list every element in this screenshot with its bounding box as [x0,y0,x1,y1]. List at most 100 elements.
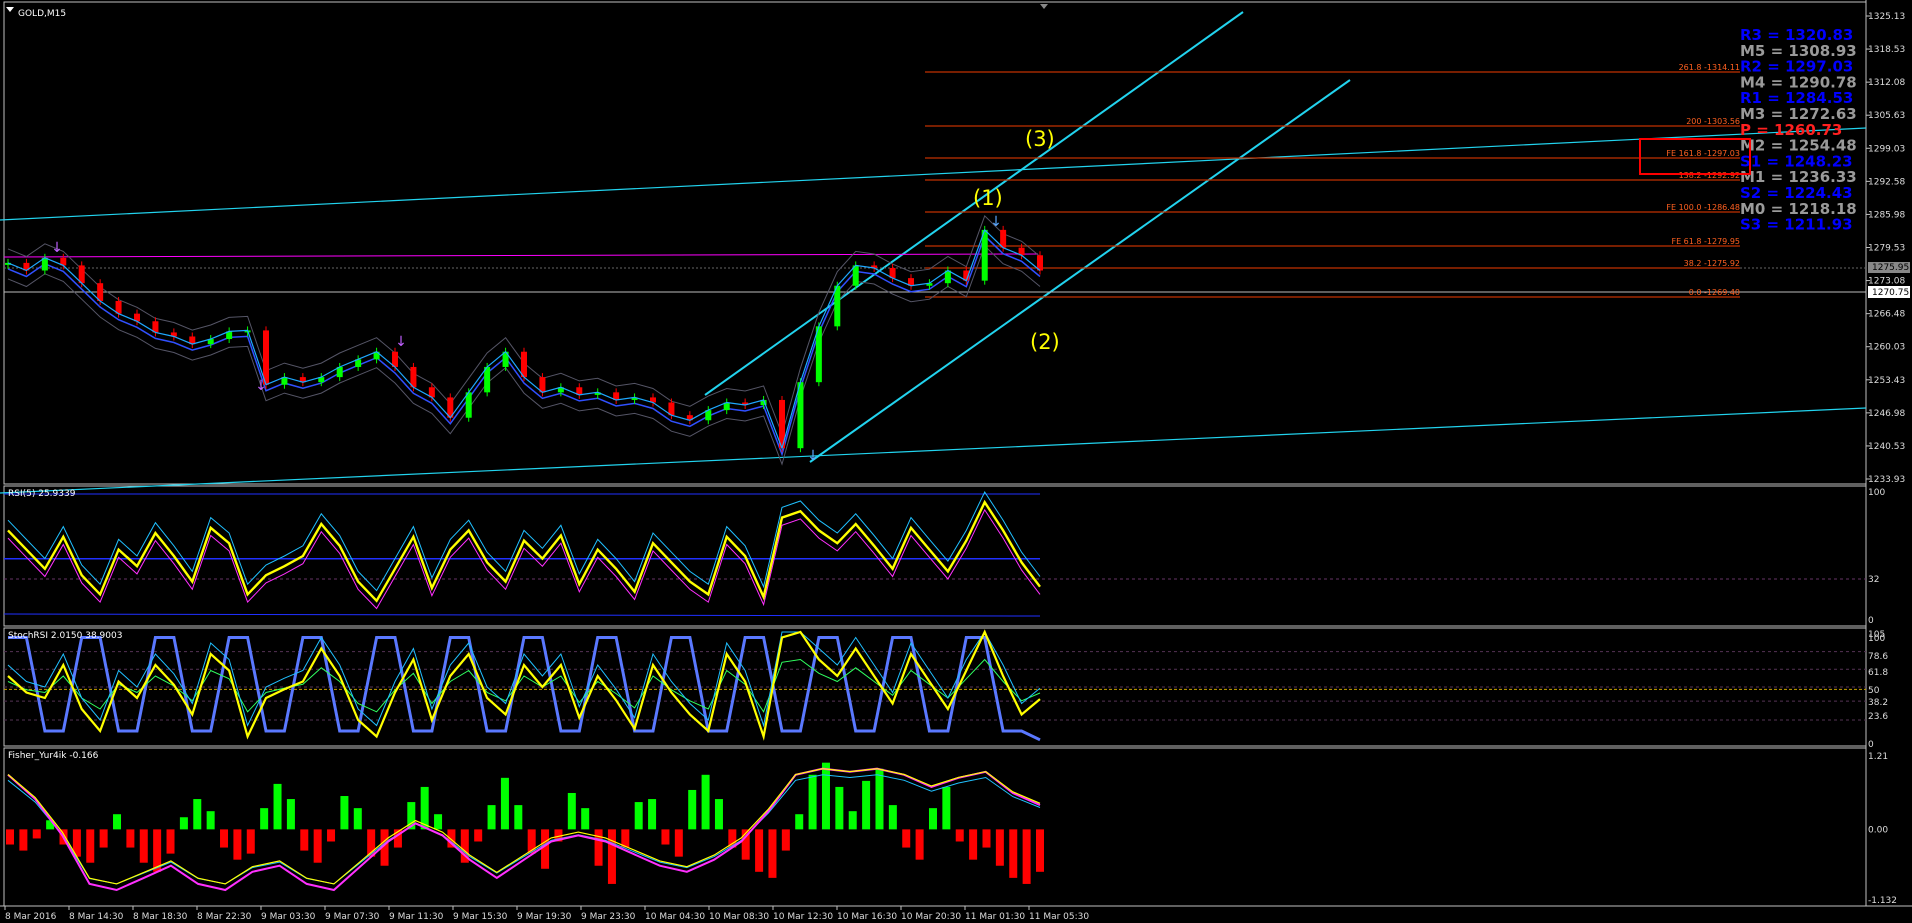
fisher-histogram-bar [995,829,1004,866]
fisher-histogram-bar [260,808,269,830]
fisher-histogram-bar [6,829,14,845]
fisher-histogram-bar [113,814,122,830]
stoch-tick-label: 23.6 [1868,712,1888,722]
fisher-histogram-bar [32,829,41,839]
fib-level-label: FE 100.0 -1286.48 [1666,203,1740,212]
fisher-histogram-bar [487,805,496,830]
price-tick-label: 1240.53 [1868,442,1905,452]
fisher-histogram-bar [474,829,483,842]
fisher-histogram-bar [246,829,255,854]
time-tick-label: 9 Mar 07:30 [325,912,380,922]
fisher-histogram-bar [514,805,523,830]
stoch-tick-label: 0 [1868,740,1874,750]
wave-label: (2) [1030,330,1060,354]
fisher-histogram-bar [313,829,322,863]
candle-body [797,382,804,449]
fisher-histogram-bar [661,829,670,845]
fisher-tick-label: -1.132 [1868,896,1897,906]
fib-level-label: 138.2 -1292.92 [1679,171,1740,180]
fisher-histogram-bar [353,808,362,830]
fib-level-label: FE 161.8 -1297.03 [1666,149,1740,158]
price-tick-label: 1253.43 [1868,376,1905,386]
stoch-tick-label: 50 [1868,686,1880,696]
fisher-histogram-bar [193,799,202,830]
fisher-histogram-bar [179,817,188,830]
fisher-histogram-bar [634,802,643,830]
fisher-histogram-bar [862,780,871,830]
fisher-histogram-bar [955,829,964,842]
price-tick-label: 1305.63 [1868,111,1905,121]
fisher-histogram-bar [701,774,710,830]
stoch-tick-label: 78.6 [1868,652,1888,662]
fisher-histogram-bar [928,808,937,830]
price-tick-label: 1266.48 [1868,310,1905,320]
current-price-label: 1270.75 [1872,288,1909,298]
fib-level-label: 261.8 -1314.11 [1679,63,1740,72]
time-tick-label: 10 Mar 08:30 [709,912,769,922]
price-tick-label: 1299.03 [1868,144,1905,154]
fisher-tick-label: 0.00 [1868,825,1888,835]
fractal-arrow-icon: ↓ [807,448,819,464]
fisher-histogram-bar [835,786,844,830]
chart-canvas[interactable]: 261.8 -1314.11 200 -1303.56 FE 161.8 -1297… [0,0,1912,923]
price-tick-label: 1260.03 [1868,343,1905,353]
candle-body [815,326,822,383]
fisher-histogram-bar [755,829,764,872]
fisher-histogram-bar [19,829,28,851]
fractal-arrow-icon: ↓ [395,334,407,350]
price-tick-label: 1312.08 [1868,78,1905,88]
time-tick-label: 10 Mar 20:30 [901,912,961,922]
stoch-tick-label: 38.2 [1868,698,1888,708]
time-tick-label: 8 Mar 2016 [5,912,57,922]
fisher-histogram-bar [567,792,576,830]
rsi-title: RSI(5) 25.9339 [8,489,76,499]
fisher-histogram-bar [768,829,777,878]
fisher-histogram-bar [273,783,282,830]
candle-body [834,285,841,327]
fisher-histogram-bar [902,829,911,848]
price-tick-label: 1273.08 [1868,277,1905,287]
wave-label: (3) [1025,127,1055,151]
fisher-histogram-bar [1036,829,1044,872]
stoch-title: StochRSI 2.0150 38.9003 [8,631,122,641]
fisher-histogram-bar [848,811,857,830]
fisher-histogram-bar [166,829,175,854]
fisher-histogram-bar [541,829,550,869]
fib-level-label: FE 61.8 -1279.95 [1671,237,1740,246]
price-tick-label: 1285.98 [1868,210,1905,220]
fisher-histogram-bar [648,799,657,830]
fisher-histogram-bar [220,829,229,848]
fisher-tick-label: 1.21 [1868,752,1888,762]
time-tick-label: 8 Mar 22:30 [197,912,252,922]
background [0,0,1912,923]
fisher-histogram-bar [233,829,242,860]
fisher-histogram-bar [500,777,509,830]
time-tick-label: 8 Mar 18:30 [133,912,188,922]
fisher-histogram-bar [99,829,108,848]
fisher-histogram-bar [126,829,135,848]
fisher-histogram-bar [1009,829,1018,878]
time-tick-label: 10 Mar 16:30 [837,912,897,922]
fisher-histogram-bar [808,774,817,830]
fisher-histogram-bar [795,814,804,830]
candle-body [981,229,988,281]
fisher-histogram-bar [206,811,215,830]
fisher-histogram-bar [581,808,590,830]
pivot-label: S3 = 1211.93 [1740,216,1853,234]
stoch-tick-label: 61.8 [1868,668,1888,678]
chart-menu-icon[interactable] [6,7,14,12]
time-tick-label: 9 Mar 03:30 [261,912,316,922]
candle-body [263,330,269,385]
fisher-histogram-bar [434,814,443,830]
rsi-tick-label: 100 [1868,488,1885,498]
price-tick-label: 1325.13 [1868,12,1905,22]
time-tick-label: 9 Mar 19:30 [517,912,572,922]
fisher-histogram-bar [781,829,790,851]
time-tick-label: 10 Mar 04:30 [645,912,705,922]
fisher-histogram-bar [340,796,349,830]
fractal-arrow-icon: ↓ [51,240,63,256]
fisher-histogram-bar [982,829,991,848]
fisher-histogram-bar [969,829,978,860]
time-tick-label: 11 Mar 05:30 [1029,912,1089,922]
fib-level-label: 200 -1303.56 [1686,117,1740,126]
